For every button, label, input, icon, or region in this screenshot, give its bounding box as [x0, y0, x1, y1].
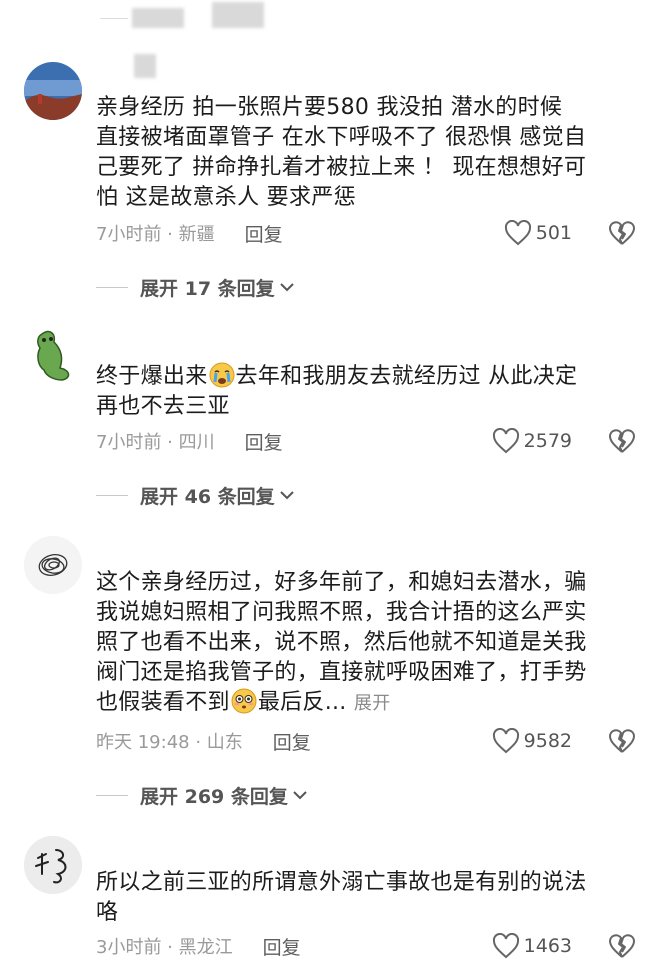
heart-outline-icon — [492, 933, 519, 959]
comment-text: 这个亲身经历过，好多年前了，和媳妇去潜水，骗 我说媳妇照相了问我照不照，我合计捂… — [96, 570, 587, 715]
chevron-down-icon — [279, 491, 294, 500]
reply-button[interactable]: 回复 — [245, 220, 283, 247]
like-count: 1463 — [523, 935, 572, 957]
blurred-header-fragment — [212, 2, 264, 28]
comment-meta: 7小时前 · 四川 回复 2579 — [96, 426, 636, 456]
broken-heart-icon — [609, 729, 635, 753]
like-button[interactable]: 2579 — [492, 428, 572, 454]
divider — [96, 794, 128, 796]
heart-outline-icon — [492, 728, 519, 754]
dislike-button[interactable] — [608, 428, 636, 454]
timestamp-location: 3小时前 · 黑龙江 — [96, 937, 233, 958]
flushed-face-icon — [231, 688, 257, 714]
comment-text: 所以之前三亚的所谓意外溺亡事故也是有别的说法 咯 — [96, 870, 587, 925]
expand-replies[interactable]: 展开 46 条回复 — [96, 480, 295, 510]
comment-text: 终于爆出来 去年和我朋友去就经历过 从此决定 再也不去三亚 — [96, 362, 578, 419]
expand-replies[interactable]: 展开 269 条回复 — [96, 780, 308, 810]
reply-button[interactable]: 回复 — [273, 728, 311, 755]
heart-outline-icon — [504, 220, 531, 246]
expand-replies[interactable]: 展开 17 条回复 — [96, 272, 295, 302]
broken-heart-icon — [609, 429, 635, 453]
timestamp-location: 7小时前 · 四川 — [96, 432, 215, 453]
comment-meta: 7小时前 · 新疆 回复 501 — [96, 218, 636, 248]
comment-text: 亲身经历 拍一张照片要580 我没拍 潜水的时候 直接被堵面罩管子 在水下呼吸不… — [96, 95, 587, 210]
chevron-down-icon — [293, 791, 307, 800]
timestamp-location: 7小时前 · 新疆 — [96, 224, 215, 245]
avatar[interactable] — [24, 536, 82, 594]
like-count: 9582 — [523, 730, 572, 752]
blurred-header-fragment — [132, 8, 184, 28]
like-button[interactable]: 1463 — [492, 933, 572, 959]
broken-heart-icon — [609, 221, 635, 245]
dislike-button[interactable] — [608, 933, 636, 959]
avatar[interactable] — [24, 62, 82, 120]
like-button[interactable]: 9582 — [492, 728, 572, 754]
avatar[interactable] — [24, 326, 82, 384]
divider — [96, 494, 128, 496]
blurred-header-fragment — [134, 54, 156, 78]
heart-outline-icon — [492, 428, 519, 454]
dislike-button[interactable] — [608, 728, 636, 754]
reply-button[interactable]: 回复 — [245, 428, 283, 455]
expand-text-link[interactable]: 展开 — [354, 693, 391, 714]
comment-meta: 昨天 19:48 · 山东 回复 9582 — [96, 726, 636, 756]
reply-button[interactable]: 回复 — [263, 933, 301, 960]
avatar[interactable] — [24, 836, 82, 894]
like-count: 501 — [535, 222, 572, 244]
like-count: 2579 — [523, 430, 572, 452]
like-button[interactable]: 501 — [504, 220, 572, 246]
crying-face-icon — [209, 362, 235, 388]
broken-heart-icon — [609, 934, 635, 958]
divider — [100, 18, 128, 19]
divider — [96, 286, 128, 288]
chevron-down-icon — [279, 283, 294, 292]
comment-section: 亲身经历 拍一张照片要580 我没拍 潜水的时候 直接被堵面罩管子 在水下呼吸不… — [0, 0, 660, 967]
comment-meta: 3小时前 · 黑龙江 回复 1463 — [96, 931, 636, 961]
dislike-button[interactable] — [608, 220, 636, 246]
timestamp-location: 昨天 19:48 · 山东 — [96, 732, 243, 753]
